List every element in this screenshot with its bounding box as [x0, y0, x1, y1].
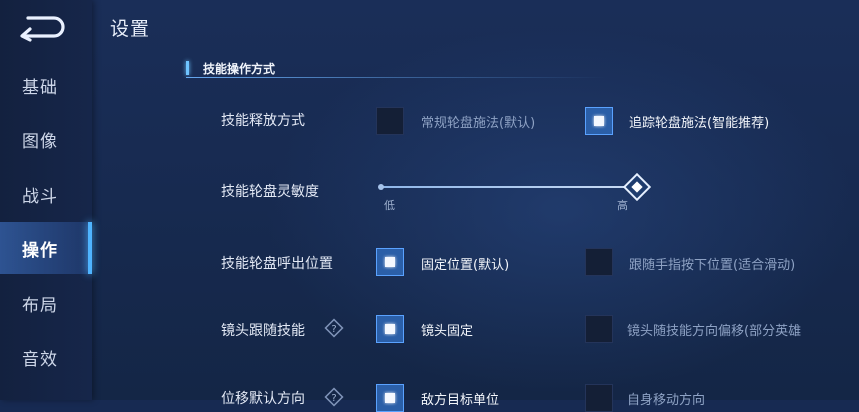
displacement-target-label[interactable]: 敌方目标单位 — [421, 389, 499, 408]
camera-offset-checkbox[interactable] — [585, 315, 613, 343]
release-normal-checkbox[interactable] — [376, 107, 404, 135]
sidebar-item-sound[interactable]: 音效 — [0, 331, 92, 383]
release-tracking-label[interactable]: 追踪轮盘施法(智能推荐) — [629, 112, 769, 131]
sidebar: 基础 图像 战斗 操作 布局 音效 — [0, 0, 92, 400]
section-divider — [186, 77, 606, 78]
camera-fixed-label[interactable]: 镜头固定 — [421, 320, 473, 339]
back-button[interactable] — [14, 12, 66, 42]
camera-follow-help-icon[interactable]: ? — [324, 318, 344, 338]
call-follow-checkbox[interactable] — [585, 248, 613, 276]
sensitivity-max-label: 高 — [617, 199, 628, 212]
call-fixed-label[interactable]: 固定位置(默认) — [421, 254, 509, 273]
release-tracking-checkbox[interactable] — [585, 107, 613, 135]
sensitivity-label: 技能轮盘灵敏度 — [221, 184, 319, 200]
call-position-label: 技能轮盘呼出位置 — [221, 256, 333, 272]
camera-offset-label[interactable]: 镜头随技能方向偏移(部分英雄 — [627, 320, 801, 339]
section-accent-bar — [186, 61, 189, 75]
help-diamond-icon: ? — [324, 318, 344, 338]
svg-text:?: ? — [331, 393, 336, 404]
displacement-target-checkbox[interactable] — [376, 384, 404, 412]
checkbox-mark — [385, 257, 395, 267]
sidebar-item-combat[interactable]: 战斗 — [0, 168, 92, 220]
section-title: 技能操作方式 — [203, 61, 276, 76]
checkbox-mark — [385, 324, 395, 334]
sidebar-item-layout[interactable]: 布局 — [0, 277, 92, 329]
camera-fixed-checkbox[interactable] — [376, 315, 404, 343]
sidebar-item-graphics[interactable]: 图像 — [0, 113, 92, 165]
back-arrow-icon — [20, 16, 65, 42]
svg-text:?: ? — [331, 324, 336, 335]
checkbox-mark — [385, 393, 395, 403]
checkbox-mark — [594, 116, 604, 126]
help-diamond-icon: ? — [324, 387, 344, 407]
camera-follow-label: 镜头跟随技能 — [221, 323, 305, 339]
sensitivity-min-label: 低 — [384, 199, 395, 212]
page-title: 设置 — [110, 18, 151, 40]
displacement-move-label[interactable]: 自身移动方向 — [627, 389, 705, 408]
sensitivity-slider-track[interactable] — [381, 186, 637, 188]
displacement-help-icon[interactable]: ? — [324, 387, 344, 407]
displacement-label: 位移默认方向 — [221, 391, 305, 407]
release-normal-label[interactable]: 常规轮盘施法(默认) — [421, 112, 535, 131]
sidebar-item-controls[interactable]: 操作 — [0, 222, 92, 274]
call-fixed-checkbox[interactable] — [376, 248, 404, 276]
call-follow-label[interactable]: 跟随手指按下位置(适合滑动) — [629, 254, 795, 273]
section-header: 技能操作方式 — [186, 58, 606, 78]
release-method-label: 技能释放方式 — [221, 113, 305, 129]
sensitivity-slider-start — [378, 184, 384, 190]
displacement-move-checkbox[interactable] — [585, 384, 613, 412]
sidebar-item-basic[interactable]: 基础 — [0, 59, 92, 111]
